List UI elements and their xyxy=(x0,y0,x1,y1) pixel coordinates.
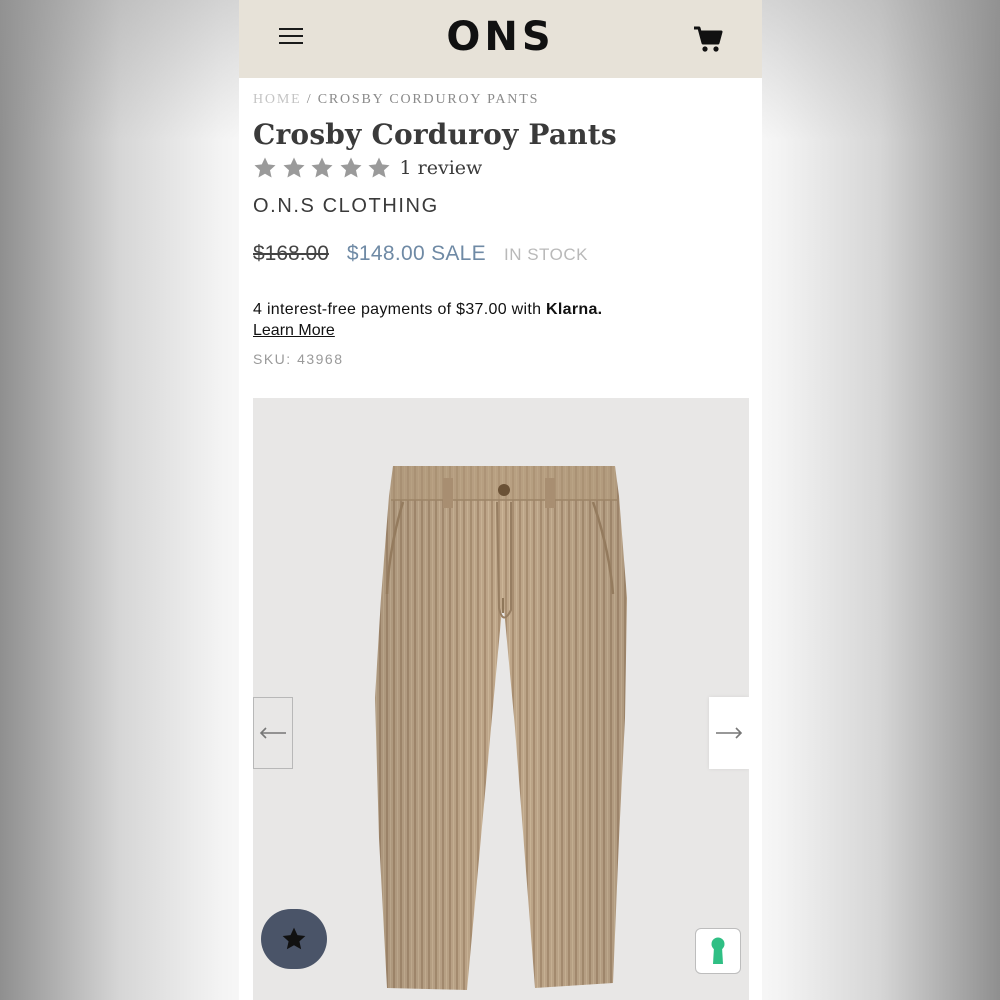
review-count-link[interactable]: 1 review xyxy=(400,157,483,179)
arrow-right-icon xyxy=(716,727,743,739)
gallery-next-button[interactable] xyxy=(709,697,749,769)
klarna-payment-info: 4 interest-free payments of $37.00 with … xyxy=(253,301,602,319)
learn-more-link[interactable]: Learn More xyxy=(253,322,335,340)
star-icon xyxy=(283,157,304,178)
reviews-floating-button[interactable] xyxy=(261,909,327,969)
star-icon xyxy=(254,157,276,178)
product-image xyxy=(375,466,627,990)
gallery-prev-button[interactable] xyxy=(253,697,293,769)
product-title: Crosby Corduroy Pants xyxy=(253,118,617,151)
sale-price: $148.00 SALE xyxy=(346,242,486,265)
original-price: $168.00 xyxy=(253,242,329,265)
breadcrumb-separator: / xyxy=(306,92,313,107)
breadcrumb-home-link[interactable]: HOME xyxy=(253,92,301,107)
product-rating[interactable]: 1 review xyxy=(253,156,482,180)
star-icon xyxy=(311,157,333,178)
breadcrumb-current: CROSBY CORDUROY PANTS xyxy=(317,92,540,107)
site-header: ONS xyxy=(239,0,762,78)
product-brand[interactable]: O.N.S CLOTHING xyxy=(253,195,439,218)
klarna-text: 4 interest-free payments of $37.00 with xyxy=(253,301,542,318)
breadcrumb: HOME / CROSBY CORDUROY PANTS xyxy=(253,92,539,108)
product-sku: SKU: 43968 xyxy=(253,351,344,367)
site-logo[interactable]: ONS xyxy=(239,14,762,60)
product-image-gallery[interactable] xyxy=(253,398,749,1000)
arrow-left-icon xyxy=(259,727,286,739)
stock-status: IN STOCK xyxy=(503,245,588,264)
klarna-logo: Klarna. xyxy=(546,301,603,318)
accessibility-lock-button[interactable] xyxy=(695,928,741,974)
star-icon xyxy=(340,157,361,178)
shopping-cart-icon[interactable] xyxy=(693,24,723,54)
star-icon xyxy=(282,927,306,950)
keyhole-icon xyxy=(711,937,725,964)
price-row: $168.00 $148.00 SALE IN STOCK xyxy=(253,242,588,266)
mobile-page: ONS HOME / CROSBY CORDUROY PANTS Crosby … xyxy=(239,0,762,1000)
star-icon xyxy=(368,157,390,178)
